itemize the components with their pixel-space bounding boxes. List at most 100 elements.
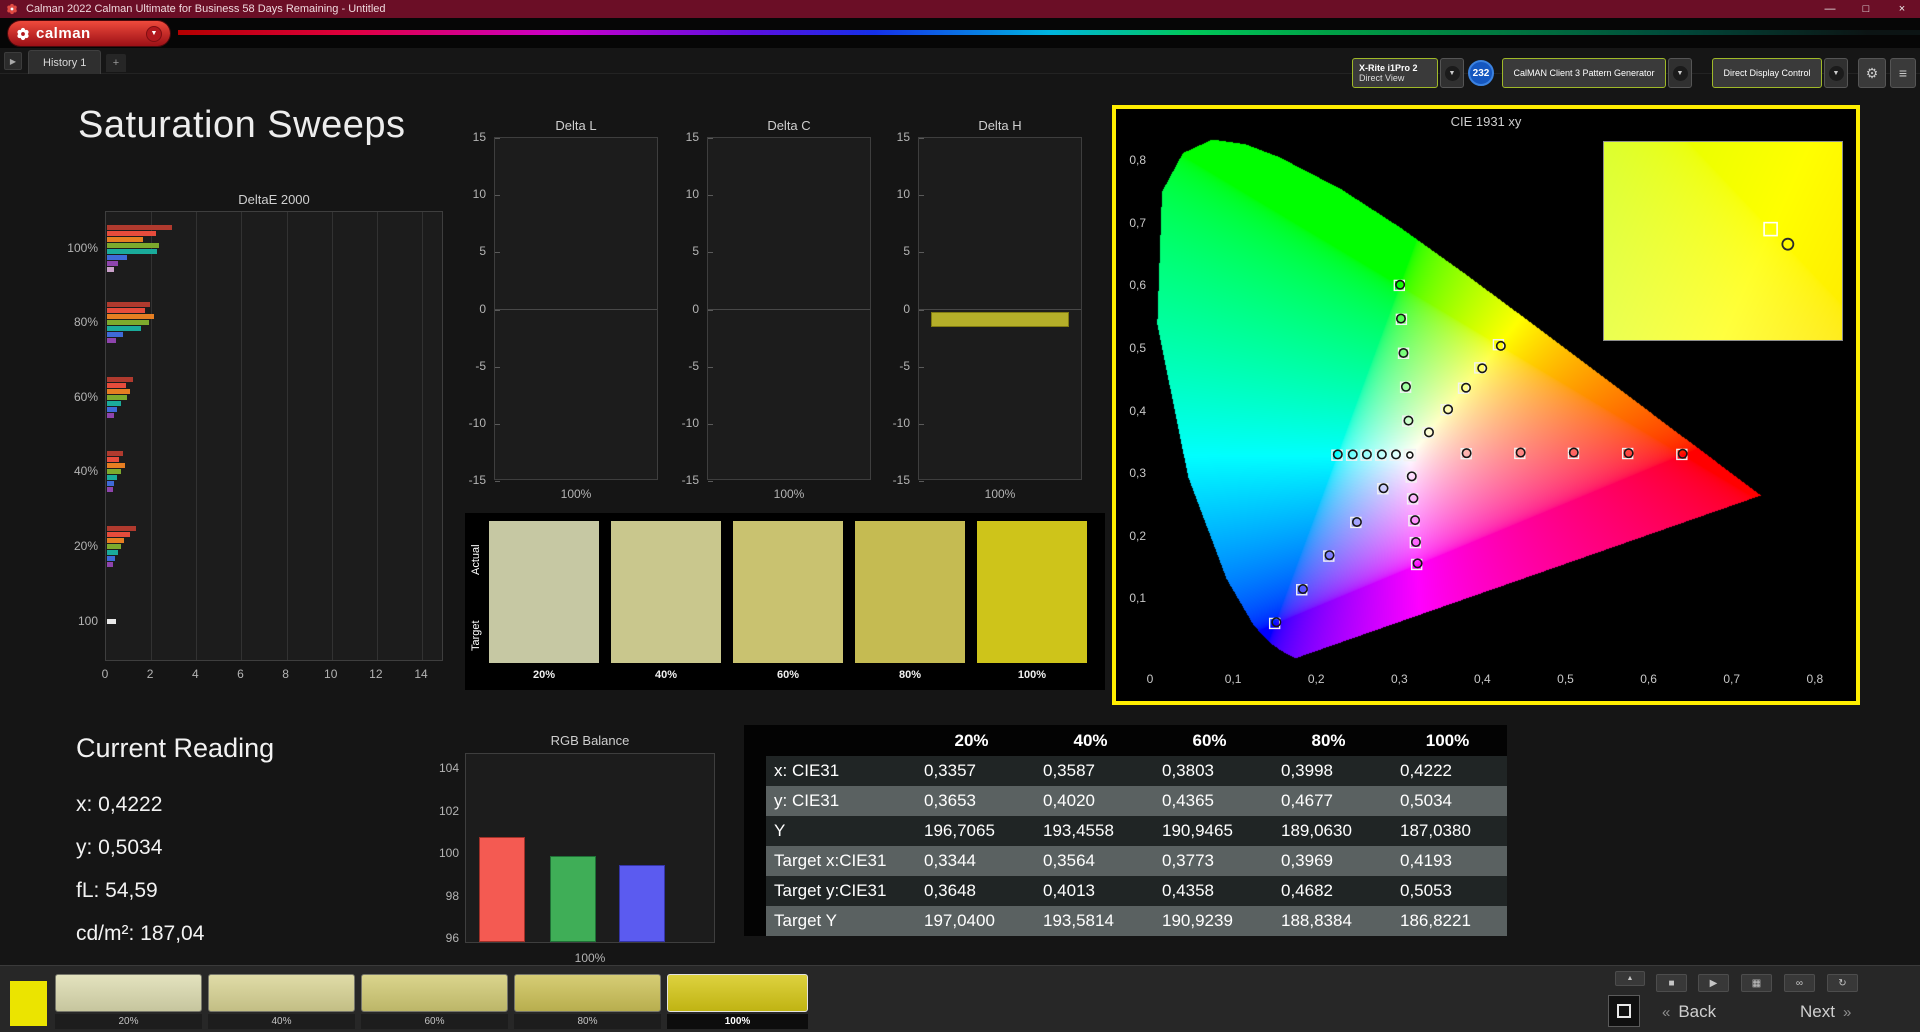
table-value: 0,4193 [1388, 846, 1507, 876]
play-icon[interactable]: ▶ [1698, 974, 1729, 992]
delta-tick-label: 10 [472, 187, 486, 202]
gear-icon: ⚙ [1865, 64, 1879, 81]
deltae-bar [107, 338, 117, 343]
rgb-tick-label: 104 [438, 761, 459, 775]
deltae-bar [107, 302, 150, 307]
deltae-y-label: 60% [73, 390, 98, 404]
deltae-bar [107, 550, 119, 555]
display-control-label: Direct Display Control [1723, 68, 1811, 78]
table-value: 189,0630 [1269, 816, 1388, 846]
inset-measured-marker [1781, 237, 1795, 251]
cie-y-tick: 0,1 [1129, 591, 1146, 606]
tick [919, 481, 924, 482]
calman-menu-button[interactable]: calman ▼ [8, 21, 170, 46]
pattern-level-button[interactable] [514, 974, 661, 1012]
deltae-bar [107, 326, 141, 331]
meter-dropdown[interactable]: ▼ [1440, 58, 1464, 88]
next-label: Next [1800, 1002, 1835, 1021]
deltae-bar [107, 237, 144, 242]
cie-x-tick: 0 [1146, 672, 1154, 686]
table-value: 0,3344 [912, 846, 1031, 876]
table-cell [744, 725, 766, 756]
calman-logo-text: calman [36, 25, 91, 42]
pattern-source-button[interactable]: CalMAN Client 3 Pattern Generator [1502, 58, 1666, 88]
delta-tick-label: -5 [899, 358, 910, 373]
pattern-level-button[interactable] [55, 974, 202, 1012]
pattern-source-label: CalMAN Client 3 Pattern Generator [1513, 68, 1655, 78]
meter-count-badge: 232 [1468, 60, 1494, 86]
patch-swatch-label: 20% [532, 669, 556, 681]
tick [919, 252, 924, 254]
delta-tick-label: -10 [468, 415, 486, 430]
meter-name: X-Rite i1Pro 2 [1359, 63, 1418, 73]
table-cell [744, 786, 766, 816]
deltae-bar [107, 308, 146, 313]
table-row-label: Y [766, 816, 912, 846]
collapse-up-button[interactable]: ▲ [1615, 971, 1645, 986]
tab-nav-button[interactable]: ▶ [4, 52, 22, 70]
deltae-y-label: 40% [73, 464, 98, 478]
maximize-button[interactable]: □ [1848, 0, 1884, 18]
pattern-level-button[interactable] [361, 974, 508, 1012]
deltae-x-tick: 8 [282, 667, 289, 681]
cie-x-tick: 0,1 [1224, 672, 1242, 686]
table-row-label: Target x:CIE31 [766, 846, 912, 876]
pattern-level-button[interactable] [208, 974, 355, 1012]
deltae-bar [107, 267, 114, 272]
workflow-menu-button[interactable]: ≡ [1890, 58, 1916, 88]
link-icon[interactable]: ∞ [1784, 974, 1815, 992]
zero-line [919, 309, 1081, 310]
deltae-bar [107, 544, 121, 549]
back-button[interactable]: « Back [1662, 1002, 1716, 1022]
table-value: 186,8221 [1388, 906, 1507, 936]
chevron-down-icon[interactable]: ▼ [146, 25, 162, 42]
patch-swatch [489, 521, 599, 663]
cie-x-tick: 0,3 [1390, 672, 1408, 686]
stop-icon[interactable]: ■ [1656, 974, 1687, 992]
table-row-label: x: CIE31 [766, 756, 912, 786]
deltae-bar [107, 401, 121, 406]
add-tab-button[interactable]: + [106, 54, 126, 72]
rgb-balance-chart [465, 753, 715, 943]
settings-gear-button[interactable]: ⚙ [1858, 58, 1886, 88]
deltae-bar [107, 556, 115, 561]
current-reading-cdm2: cd/m²: 187,04 [76, 922, 205, 945]
table-value: 0,3648 [912, 876, 1031, 906]
pattern-level-label: 40% [208, 1014, 355, 1029]
meter-button[interactable]: X-Rite i1Pro 2 Direct View [1352, 58, 1438, 88]
save-icon[interactable]: ▦ [1741, 974, 1772, 992]
pattern-source-dropdown[interactable]: ▼ [1668, 58, 1692, 88]
deltae-bar [107, 249, 157, 254]
tick [495, 195, 500, 197]
deltae-bar [107, 619, 117, 624]
delta-tick-label: 15 [896, 130, 910, 144]
table-value: 0,4020 [1031, 786, 1150, 816]
pattern-level-button[interactable] [667, 974, 808, 1012]
minimize-button[interactable]: — [1812, 0, 1848, 18]
display-control-dropdown[interactable]: ▼ [1824, 58, 1848, 88]
delta-h-title: Delta H [978, 118, 1022, 133]
cie-x-tick: 0,4 [1474, 672, 1491, 686]
delta-tick-label: 5 [692, 244, 699, 259]
meter-mode: Direct View [1359, 73, 1405, 83]
deltae-2000-title: DeltaE 2000 [238, 192, 310, 207]
delta-tick-label: 5 [903, 244, 910, 259]
delta-l-chart [494, 137, 658, 482]
deltae-bar [107, 314, 155, 319]
chevron-down-icon: ▼ [1444, 65, 1460, 81]
tab-history-1[interactable]: History 1 [28, 50, 102, 74]
close-button[interactable]: × [1884, 0, 1920, 18]
delta-tick-label: -10 [892, 415, 910, 430]
delta-c-chart [707, 137, 871, 482]
next-button[interactable]: Next » [1800, 1002, 1851, 1022]
pattern-window-button[interactable] [1608, 995, 1640, 1027]
loop-icon[interactable]: ↻ [1827, 974, 1858, 992]
tick [708, 195, 713, 197]
pattern-level-label: 80% [514, 1014, 661, 1029]
current-reading-fl: fL: 54,59 [76, 879, 158, 902]
display-control-button[interactable]: Direct Display Control [1712, 58, 1822, 88]
tick [495, 252, 500, 254]
tick [708, 423, 713, 425]
bottom-bar: « Back Next » 20% 40% 60% 80% 100% ▲ ■ ▶ ▦ ∞ ↻ [0, 965, 1920, 1032]
table-value: 0,5053 [1388, 876, 1507, 906]
